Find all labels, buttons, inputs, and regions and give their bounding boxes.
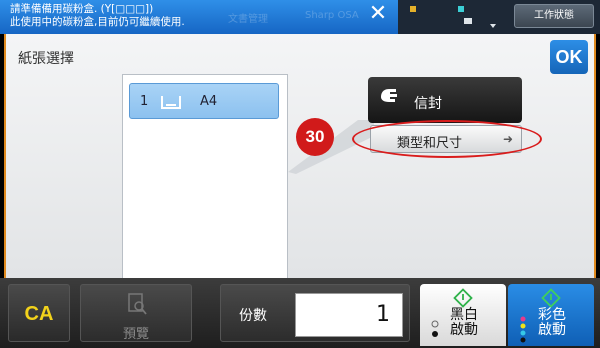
background-tab-sharp-osa: Sharp OSA bbox=[305, 10, 359, 21]
preview-label: 預覽 bbox=[122, 327, 149, 342]
background-tab-document-filing: 文書管理 bbox=[228, 14, 268, 25]
color-start-label-line-2: 啟動 bbox=[538, 322, 566, 338]
color-start-label: 彩色 啟動 bbox=[538, 308, 566, 338]
notification-message: 請準備備用碳粉盒. (Y[□□□]) 此使用中的碳粉盒,目前仍可繼續使用. bbox=[10, 3, 185, 29]
color-dots-icon bbox=[520, 316, 526, 343]
network-icon bbox=[464, 18, 472, 24]
copies-control: 份數 1 bbox=[220, 284, 410, 342]
start-icon bbox=[541, 288, 561, 308]
tray-list: 1 A4 bbox=[122, 74, 288, 296]
copies-input[interactable]: 1 bbox=[295, 293, 403, 337]
ok-button[interactable]: OK bbox=[550, 40, 588, 74]
envelope-button[interactable]: 信封 bbox=[368, 77, 522, 123]
envelope-label: 信封 bbox=[414, 96, 442, 112]
preview-icon bbox=[128, 293, 147, 315]
tray-paper-size: A4 bbox=[200, 94, 218, 109]
paper-tray-icon bbox=[161, 96, 181, 109]
preview-button[interactable]: 預覽 bbox=[80, 284, 192, 342]
close-icon[interactable]: ✕ bbox=[368, 3, 388, 25]
copies-label: 份數 bbox=[239, 308, 267, 324]
tray-number: 1 bbox=[140, 94, 149, 109]
hand-feed-icon bbox=[381, 89, 397, 102]
clear-all-button[interactable]: CA bbox=[8, 284, 70, 342]
notification-line-2: 此使用中的碳粉盒,目前仍可繼續使用. bbox=[10, 16, 185, 28]
status-indicator-icon bbox=[458, 6, 464, 12]
notification-banner[interactable]: 文書管理 Sharp OSA 請準備備用碳粉盒. (Y[□□□]) 此使用中的碳… bbox=[0, 0, 398, 34]
color-start-label-line-1: 彩色 bbox=[538, 307, 566, 323]
top-bar: 文書管理 Sharp OSA 請準備備用碳粉盒. (Y[□□□]) 此使用中的碳… bbox=[0, 0, 600, 34]
step-number-badge: 30 bbox=[296, 118, 334, 156]
highlight-oval bbox=[352, 120, 542, 158]
top-status-icons bbox=[398, 0, 510, 34]
notification-line-1: 請準備備用碳粉盒. (Y[□□□]) bbox=[10, 3, 154, 15]
bottom-action-bar: CA 預覽 份數 1 黑白 啟動 彩色 啟動 bbox=[0, 278, 600, 348]
mono-dots-icon bbox=[431, 320, 439, 337]
bw-start-label-line-1: 黑白 bbox=[450, 307, 478, 323]
page-title: 紙張選擇 bbox=[18, 51, 74, 67]
status-indicator-icon bbox=[410, 6, 416, 12]
chevron-down-icon[interactable] bbox=[490, 24, 496, 28]
paper-select-panel: 紙張選擇 OK 1 A4 信封 類型和尺寸 ➜ 30 bbox=[4, 34, 596, 296]
color-start-button[interactable]: 彩色 啟動 bbox=[508, 284, 594, 346]
tray-item-1[interactable]: 1 A4 bbox=[129, 83, 279, 119]
bw-start-label-line-2: 啟動 bbox=[450, 322, 478, 338]
job-status-button[interactable]: 工作狀態 bbox=[514, 4, 594, 28]
bw-start-label: 黑白 啟動 bbox=[450, 308, 478, 338]
start-icon bbox=[453, 288, 473, 308]
bw-start-button[interactable]: 黑白 啟動 bbox=[420, 284, 506, 346]
